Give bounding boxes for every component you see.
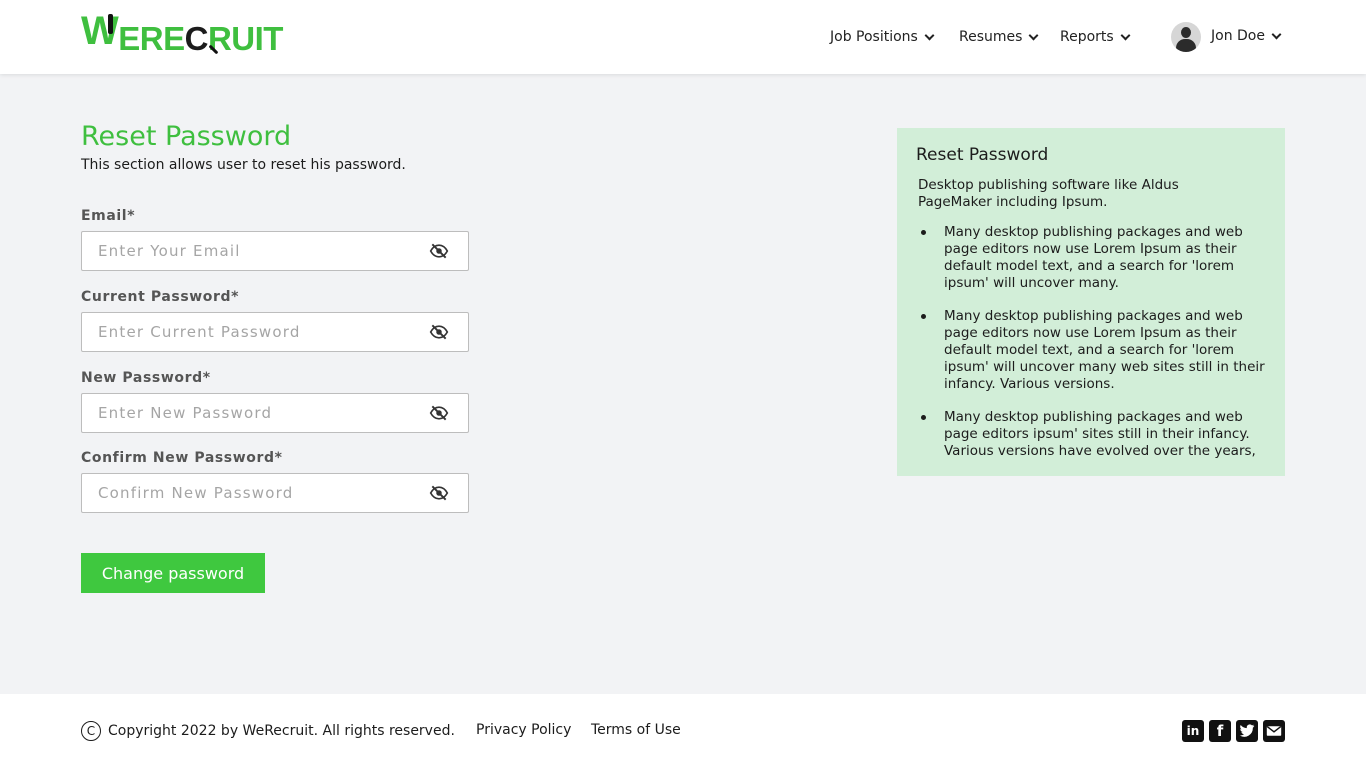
list-item: Many desktop publishing packages and web… [921,409,1274,460]
chevron-down-icon [1271,29,1282,40]
avatar-head [1181,27,1191,38]
email-icon[interactable] [1263,720,1285,742]
page-subtitle: This section allows user to reset his pa… [81,157,406,173]
logo-c: C [184,20,209,57]
eye-slash-icon[interactable] [429,483,449,503]
copyright: C Copyright 2022 by WeRecruit. All right… [81,721,455,741]
email-label: Email* [81,208,136,224]
logo-wordmark: ERECRUIT [118,22,283,55]
nav-reports[interactable]: Reports [1060,27,1131,47]
current-password-label: Current Password* [81,289,240,305]
linkedin-icon[interactable]: in [1182,720,1204,742]
privacy-policy-link[interactable]: Privacy Policy [476,722,571,738]
logo[interactable]: W ERECRUIT [81,11,283,63]
current-password-field [81,312,469,352]
new-password-field [81,393,469,433]
user-menu[interactable]: Jon Doe [1211,28,1282,44]
new-password-input[interactable] [82,394,429,432]
info-intro: Desktop publishing software like Aldus P… [918,177,1179,210]
copyright-icon: C [81,721,101,741]
confirm-password-label: Confirm New Password* [81,450,283,466]
info-panel: Reset Password Desktop publishing softwa… [897,128,1285,476]
email-field [81,231,469,271]
logo-ruit: RUIT [207,20,284,57]
info-list: Many desktop publishing packages and web… [921,224,1274,476]
envelope-glyph [1266,726,1282,736]
nav-resumes[interactable]: Resumes [959,27,1039,47]
twitter-bird-glyph [1239,724,1255,737]
page-title: Reset Password [81,121,292,152]
logo-re: RE [139,20,185,57]
confirm-password-input[interactable] [82,474,429,512]
email-input[interactable] [82,232,429,270]
user-name: Jon Doe [1211,28,1265,44]
nav-label: Resumes [959,29,1023,45]
confirm-password-field [81,473,469,513]
nav-job-positions[interactable]: Job Positions [830,27,935,47]
info-title: Reset Password [916,145,1049,165]
logo-e: E [118,20,140,57]
eye-slash-icon[interactable] [429,241,449,261]
eye-slash-icon[interactable] [429,322,449,342]
avatar[interactable] [1171,22,1201,52]
list-item: Many desktop publishing packages and web… [921,224,1274,292]
nav-label: Job Positions [830,29,918,45]
twitter-icon[interactable] [1236,720,1258,742]
current-password-input[interactable] [82,313,429,351]
chevron-down-icon [924,30,935,40]
change-password-button[interactable]: Change password [81,553,265,593]
nav-label: Reports [1060,29,1114,45]
list-item: Many desktop publishing packages and web… [921,308,1274,393]
copyright-text: Copyright 2022 by WeRecruit. All rights … [108,723,455,739]
tie-icon [108,14,113,34]
avatar-body [1176,39,1196,52]
chevron-down-icon [1120,30,1131,40]
header: W ERECRUIT Job Positions Resumes Reports… [0,0,1366,74]
eye-slash-icon[interactable] [429,403,449,423]
terms-of-use-link[interactable]: Terms of Use [591,722,681,738]
facebook-icon[interactable]: f [1209,720,1231,742]
new-password-label: New Password* [81,370,211,386]
chevron-down-icon [1028,30,1039,40]
